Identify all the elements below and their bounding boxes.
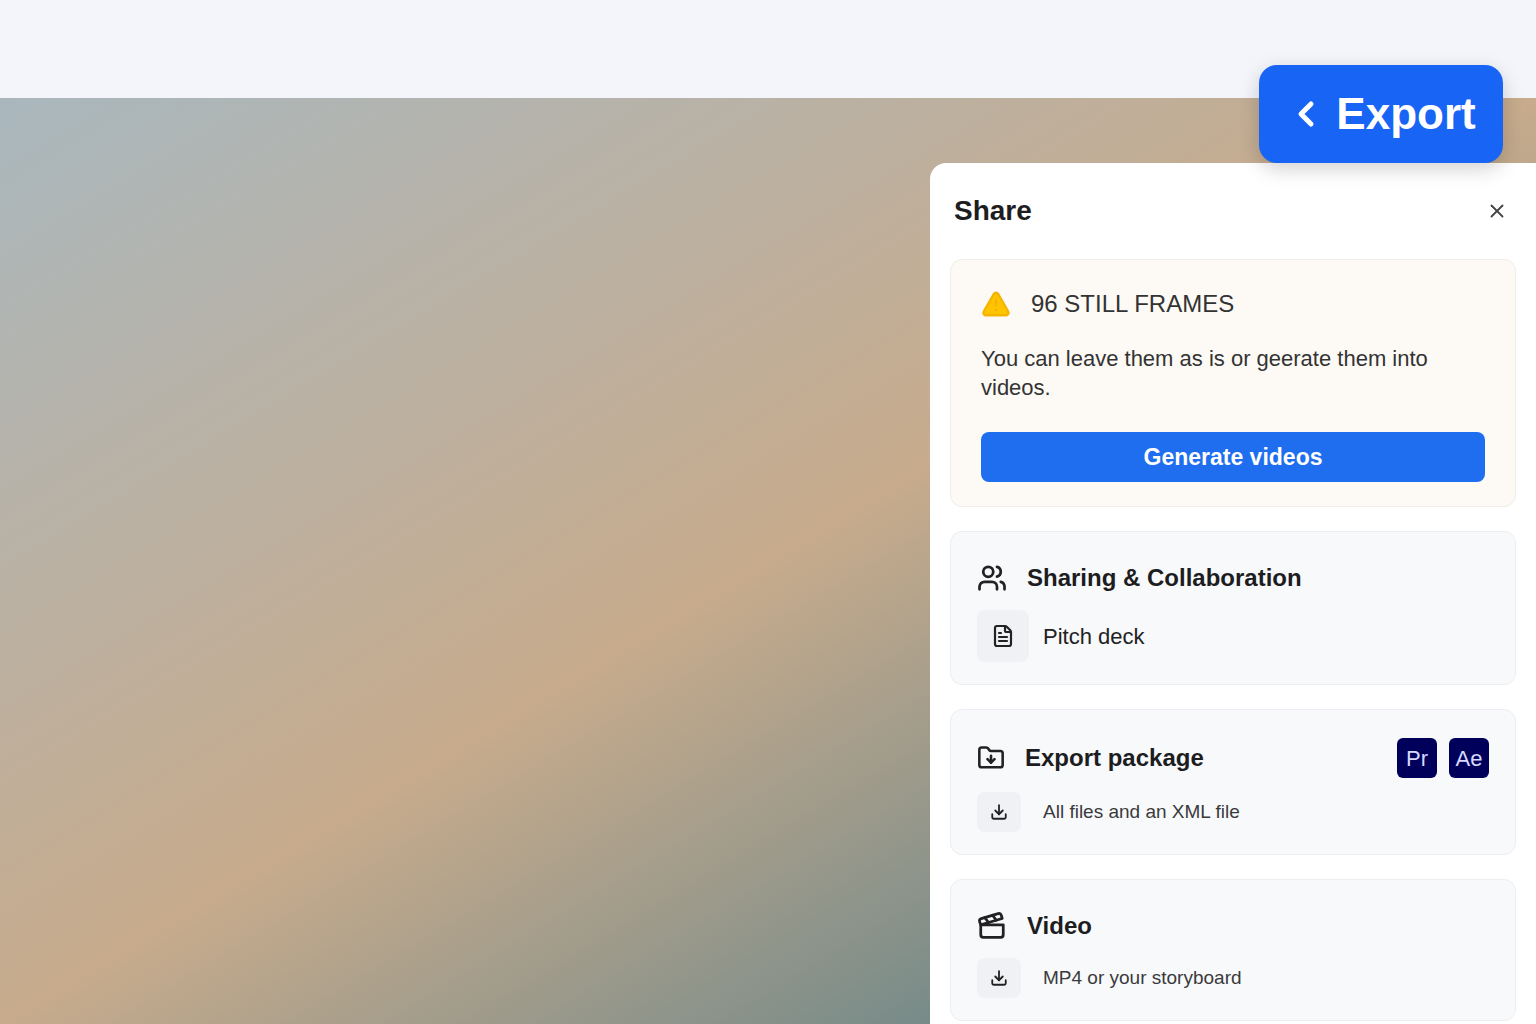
download-row[interactable]: MP4 or your storyboard (977, 958, 1489, 998)
card-title-row: Sharing & Collaboration (977, 560, 1489, 596)
download-description: All files and an XML file (1043, 798, 1240, 827)
card-title-row: Video (977, 908, 1489, 944)
export-button[interactable]: Export (1259, 65, 1503, 163)
app-badge[interactable]: Ae (1449, 738, 1489, 778)
panel-content: 96 STILL FRAMES You can leave them as is … (950, 259, 1516, 1021)
generate-videos-button[interactable]: Generate videos (981, 432, 1485, 482)
share-panel: Share 96 STILL FRAMES You can leave them a… (930, 163, 1536, 1024)
download-icon-box (977, 958, 1021, 998)
card-title-row: Export package Pr Ae (977, 738, 1489, 778)
download-description: MP4 or your storyboard (1043, 964, 1242, 993)
export-label: Export (1336, 81, 1475, 147)
card-title: Export package (1025, 740, 1377, 776)
close-icon[interactable] (1486, 200, 1508, 222)
folder-download-icon (977, 744, 1005, 772)
panel-title: Share (954, 190, 1032, 232)
app-badges: Pr Ae (1397, 738, 1489, 778)
users-icon (977, 563, 1007, 593)
notice-message: You can leave them as is or geerate them… (981, 344, 1485, 402)
app: Share 96 STILL FRAMES You can leave them a… (0, 0, 1536, 1024)
warning-icon (981, 289, 1011, 319)
download-icon (990, 803, 1008, 821)
app-badge[interactable]: Pr (1397, 738, 1437, 778)
download-icon (990, 969, 1008, 987)
download-row[interactable]: All files and an XML file (977, 792, 1489, 832)
item-label: Pitch deck (1043, 620, 1145, 653)
card-title: Video (1027, 908, 1489, 944)
export-card[interactable]: Export package Pr Ae All files and an XML f… (950, 709, 1516, 855)
notice-title: 96 STILL FRAMES (1031, 286, 1234, 322)
video-card[interactable]: Video MP4 or your storyboard (950, 879, 1516, 1021)
card-item[interactable]: Pitch deck (977, 610, 1489, 662)
document-icon (991, 624, 1015, 648)
panel-header: Share (950, 163, 1516, 259)
notice-card: 96 STILL FRAMES You can leave them as is … (950, 259, 1516, 507)
chevron-left-icon (1286, 94, 1326, 134)
sharing-card[interactable]: Sharing & Collaboration Pitch deck (950, 531, 1516, 685)
card-title: Sharing & Collaboration (1027, 560, 1489, 596)
item-icon-box (977, 610, 1029, 662)
download-icon-box (977, 792, 1021, 832)
clapperboard-icon (977, 911, 1007, 941)
notice-title-row: 96 STILL FRAMES (981, 286, 1485, 322)
